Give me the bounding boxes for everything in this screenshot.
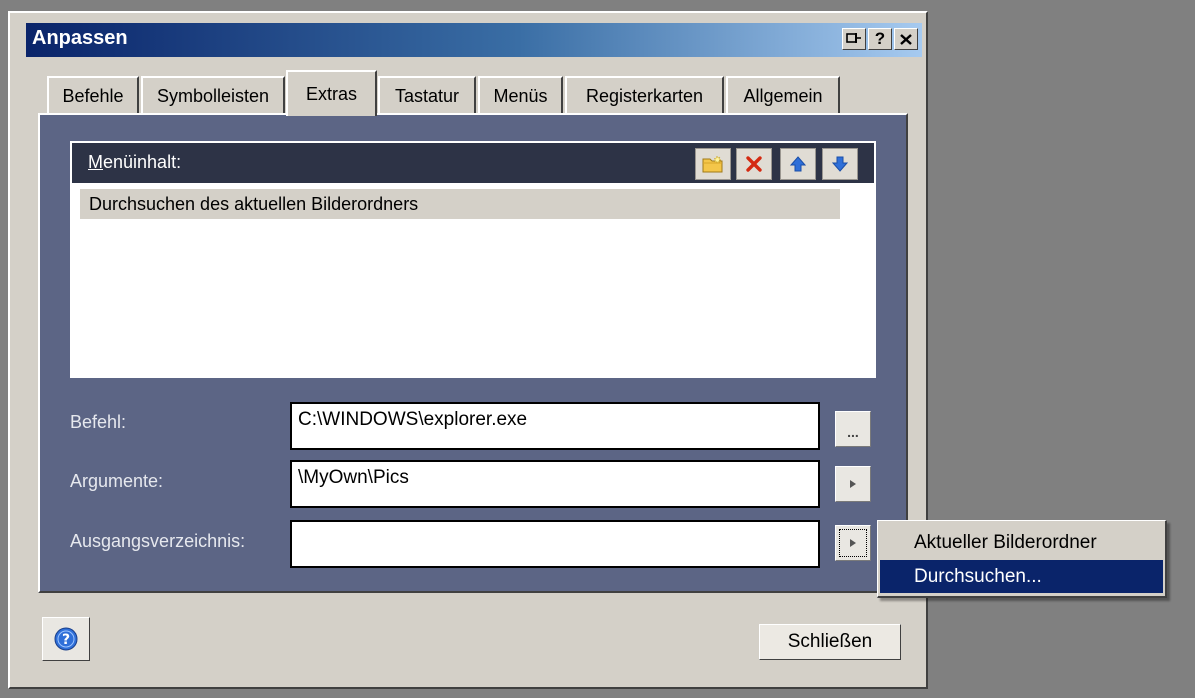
- help-caption-button[interactable]: ?: [868, 28, 892, 50]
- initial-dir-label: Ausgangsverzeichnis:: [70, 531, 246, 551]
- tab-menues[interactable]: Menüs: [478, 76, 563, 114]
- menu-content-list[interactable]: Durchsuchen des aktuellen Bilderordners: [72, 183, 874, 376]
- close-caption-button[interactable]: [894, 28, 918, 50]
- close-button[interactable]: Schließen: [759, 624, 901, 660]
- new-folder-icon: [702, 155, 723, 173]
- delete-icon: [746, 156, 762, 172]
- tab-registerkarten[interactable]: Registerkarten: [565, 76, 724, 114]
- title-bar[interactable]: Anpassen ?: [26, 23, 922, 57]
- browse-command-button[interactable]: ...: [835, 411, 871, 447]
- context-menu: Aktueller Bilderordner Durchsuchen...: [877, 520, 1167, 598]
- window-title: Anpassen: [32, 27, 128, 49]
- command-label: Befehl:: [70, 412, 127, 432]
- svg-text:?: ?: [62, 632, 70, 648]
- delete-item-button[interactable]: [736, 148, 772, 180]
- tab-extras[interactable]: Extras: [286, 70, 377, 116]
- pin-icon: [846, 33, 861, 43]
- new-item-button[interactable]: [695, 148, 731, 180]
- list-item[interactable]: Durchsuchen des aktuellen Bilderordners: [80, 189, 840, 219]
- move-up-button[interactable]: [780, 148, 816, 180]
- tab-allgemein[interactable]: Allgemein: [726, 76, 840, 114]
- close-icon: [900, 33, 912, 45]
- tab-tastatur[interactable]: Tastatur: [378, 76, 476, 114]
- command-input[interactable]: C:\WINDOWS\explorer.exe: [290, 402, 820, 450]
- menu-content-header: Menüinhalt:: [72, 143, 874, 183]
- move-down-icon: [831, 156, 849, 172]
- tab-befehle[interactable]: Befehle: [47, 76, 139, 114]
- arguments-input[interactable]: \MyOwn\Pics: [290, 460, 820, 508]
- menu-content-group: Menüinhalt: Durchsuchen des aktuellen Bi…: [70, 141, 876, 378]
- tab-symbolleisten[interactable]: Symbolleisten: [141, 76, 285, 114]
- triangle-right-icon: [850, 480, 856, 488]
- help-icon: ?: [54, 627, 78, 651]
- arguments-label: Argumente:: [70, 471, 164, 491]
- menu-content-label: Menüinhalt:: [88, 152, 182, 172]
- move-up-icon: [789, 156, 807, 172]
- ellipsis-icon: ...: [847, 424, 859, 440]
- help-caption-icon: ?: [874, 29, 886, 48]
- move-down-button[interactable]: [822, 148, 858, 180]
- initial-dir-menu-button[interactable]: [835, 525, 871, 561]
- arguments-menu-button[interactable]: [835, 466, 871, 502]
- triangle-right-icon: [850, 539, 856, 547]
- initial-dir-input[interactable]: [290, 520, 820, 568]
- menu-item-browse[interactable]: Durchsuchen...: [880, 560, 1163, 593]
- help-button[interactable]: ?: [42, 617, 90, 661]
- pin-button[interactable]: [842, 28, 866, 50]
- menu-item-current-pictures-folder[interactable]: Aktueller Bilderordner: [880, 526, 1163, 559]
